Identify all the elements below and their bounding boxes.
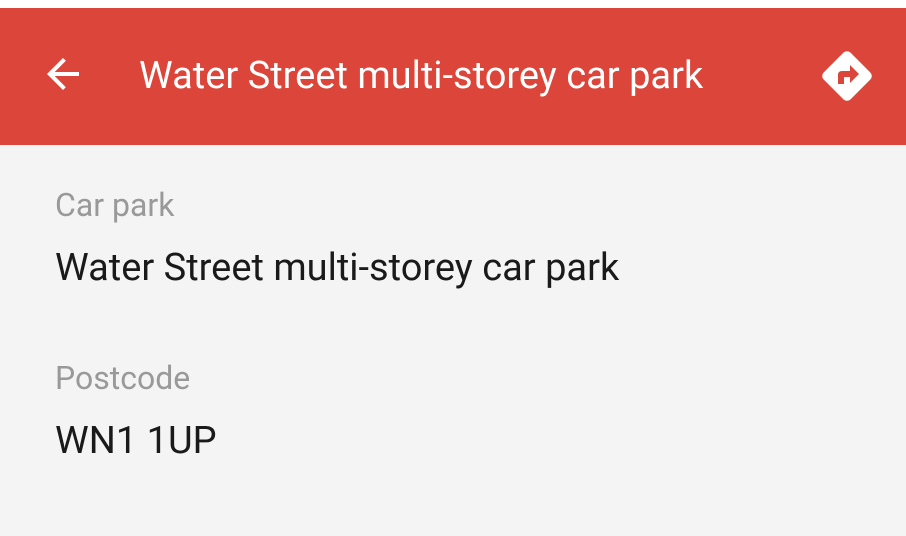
car-park-value: Water Street multi-storey car park [55, 246, 620, 290]
directions-icon [822, 51, 872, 101]
app-bar: Water Street multi-storey car park [0, 8, 906, 145]
back-button[interactable] [30, 41, 96, 107]
car-park-label: Car park [55, 186, 175, 224]
status-strip [0, 0, 906, 8]
page-title: Water Street multi-storey car park [139, 54, 704, 98]
postcode-label: Postcode [55, 359, 191, 397]
details-panel: Car park Water Street multi-storey car p… [0, 145, 906, 536]
arrow-back-icon [47, 58, 79, 90]
postcode-value: WN1 1UP [55, 419, 217, 463]
directions-button[interactable] [812, 41, 882, 111]
